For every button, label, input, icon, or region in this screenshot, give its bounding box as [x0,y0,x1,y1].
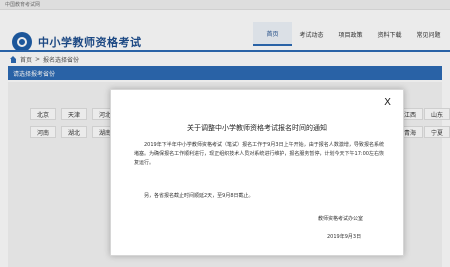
notice-modal: X 关于调整中小学教师资格考试报名时间的通知 2019年下半年中小学教师资格考试… [110,89,404,256]
modal-signature: 教师资格考试办公室 [318,216,364,222]
modal-paragraph-2: 另，各省报名截止时间顺延2天，至9月8日截止。 [144,193,254,199]
modal-paragraph-1: 2019年下半年中小学教师资格考试（笔试）报名工作于9月3日上午开始，由于报名人… [134,142,384,166]
modal-title: 关于调整中小学教师资格考试报名时间的通知 [187,124,327,132]
modal-date: 2019年9月3日 [327,234,362,240]
close-button[interactable]: X [384,98,391,108]
